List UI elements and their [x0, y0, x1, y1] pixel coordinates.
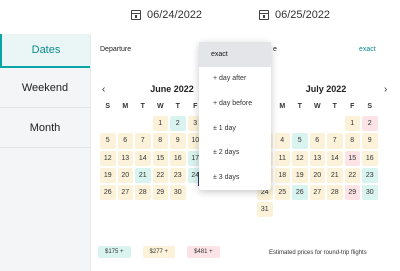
day-cell[interactable]: 16	[362, 150, 378, 166]
weekday-header: W	[156, 103, 164, 111]
day-cell[interactable]: 31	[257, 202, 273, 218]
day-cell[interactable]: 29	[344, 184, 360, 201]
weekday-header: W	[313, 103, 321, 111]
weekday-header: T	[297, 103, 302, 111]
day-cell[interactable]: 14	[327, 150, 343, 166]
weekday-header: T	[175, 103, 180, 111]
calendar-icon	[259, 10, 269, 20]
empty-day-cell	[100, 116, 116, 131]
empty-day-cell	[135, 116, 151, 131]
weekday-header: T	[332, 103, 337, 111]
price-note: Estimated prices for round-trip flights	[269, 250, 367, 256]
day-cell[interactable]: 8	[344, 133, 360, 149]
empty-day-cell	[118, 116, 134, 131]
return-date-field[interactable]: 06/25/2022	[259, 9, 330, 21]
day-cell[interactable]: 13	[309, 150, 325, 166]
flex-days-dropdown: exact + day after + day before ± 1 day ±…	[199, 42, 271, 190]
day-cell[interactable]: 8	[152, 133, 168, 149]
day-cell[interactable]: 2	[362, 116, 378, 132]
empty-day-cell	[327, 116, 343, 131]
date-mode-tabs: Dates Weekend Month	[0, 34, 90, 271]
day-cell[interactable]: 9	[170, 133, 186, 149]
day-cell[interactable]: 18	[274, 167, 290, 183]
legend-chip-mid: $277 +	[142, 246, 176, 258]
departure-label: Departure	[100, 46, 132, 53]
departure-date-field[interactable]: 06/24/2022	[131, 9, 202, 21]
price-legend: $175 + $277 + $481 +	[98, 246, 220, 258]
month-title-july: July 2022	[305, 84, 347, 94]
day-cell[interactable]: 27	[309, 184, 325, 201]
tab-dates[interactable]: Dates	[0, 34, 90, 68]
day-cell[interactable]: 2	[170, 116, 186, 132]
dropdown-option-exact[interactable]: exact	[199, 42, 271, 67]
day-cell[interactable]: 20	[117, 167, 133, 183]
day-cell[interactable]: 12	[292, 150, 308, 166]
empty-day-cell	[310, 116, 326, 131]
day-cell[interactable]: 16	[170, 150, 186, 166]
day-cell[interactable]: 4	[274, 133, 290, 149]
legend-chip-low: $175 +	[98, 246, 131, 258]
weekday-header: S	[105, 103, 111, 111]
dropdown-option-day-after[interactable]: + day after	[199, 67, 271, 92]
day-cell[interactable]: 1	[152, 116, 168, 132]
weekday-header: T	[140, 103, 145, 111]
day-cell[interactable]: 22	[152, 167, 168, 183]
day-cell[interactable]: 21	[135, 167, 151, 183]
day-cell[interactable]: 19	[292, 167, 308, 183]
weekday-header: S	[367, 103, 373, 111]
calendar-icon	[131, 10, 141, 20]
day-cell[interactable]: 13	[117, 150, 133, 166]
day-cell[interactable]: 23	[362, 167, 378, 183]
date-bar: 06/24/2022 06/25/2022	[0, 0, 400, 34]
weekday-header: M	[279, 103, 286, 111]
weekday-header: F	[350, 103, 355, 111]
day-cell[interactable]: 29	[152, 184, 168, 201]
day-cell[interactable]: 27	[117, 184, 133, 201]
day-cell[interactable]: 7	[327, 133, 343, 149]
day-cell[interactable]: 9	[362, 133, 378, 149]
day-cell[interactable]: 30	[170, 184, 186, 201]
day-cell[interactable]: 15	[152, 150, 168, 166]
dropdown-option-2-days[interactable]: ± 2 days	[199, 140, 271, 165]
day-cell[interactable]: 28	[327, 184, 343, 201]
return-flex-selector[interactable]: exact	[359, 46, 376, 53]
day-cell[interactable]: 6	[309, 133, 325, 149]
return-date-value: 06/25/2022	[275, 9, 331, 21]
legend-chip-high: $481 +	[187, 246, 220, 258]
day-cell[interactable]: 23	[170, 167, 186, 183]
day-cell[interactable]: 12	[100, 150, 116, 166]
day-cell[interactable]: 7	[135, 133, 151, 149]
tab-weekend[interactable]: Weekend	[0, 68, 90, 108]
day-cell[interactable]: 25	[274, 184, 290, 201]
dropdown-option-3-days[interactable]: ± 3 days	[199, 165, 271, 190]
day-cell[interactable]: 22	[344, 167, 360, 183]
day-cell[interactable]: 5	[292, 133, 308, 149]
empty-day-cell	[275, 116, 291, 131]
day-cell[interactable]: 6	[117, 133, 133, 149]
day-cell[interactable]: 20	[309, 167, 325, 183]
calendar-grid-july: SMTWTFS123456789101112131415161718192021…	[256, 98, 379, 218]
day-cell[interactable]: 26	[100, 184, 116, 201]
day-cell[interactable]: 28	[135, 184, 151, 201]
return-label: e	[273, 46, 277, 53]
day-cell[interactable]: 26	[292, 184, 308, 201]
dropdown-option-1-day[interactable]: ± 1 day	[199, 116, 271, 141]
tab-month[interactable]: Month	[0, 108, 90, 148]
day-cell[interactable]: 5	[100, 133, 116, 149]
day-cell[interactable]: 21	[327, 167, 343, 183]
empty-day-cell	[292, 116, 308, 131]
day-cell[interactable]: 14	[135, 150, 151, 166]
day-cell[interactable]: 1	[344, 116, 360, 132]
departure-date-value: 06/24/2022	[147, 9, 203, 21]
day-cell[interactable]: 15	[344, 150, 360, 166]
day-cell[interactable]: 11	[274, 150, 290, 166]
weekday-header: M	[122, 103, 129, 111]
day-cell[interactable]: 19	[100, 167, 116, 183]
dropdown-option-day-before[interactable]: + day before	[199, 91, 271, 116]
day-cell[interactable]: 30	[362, 184, 378, 201]
